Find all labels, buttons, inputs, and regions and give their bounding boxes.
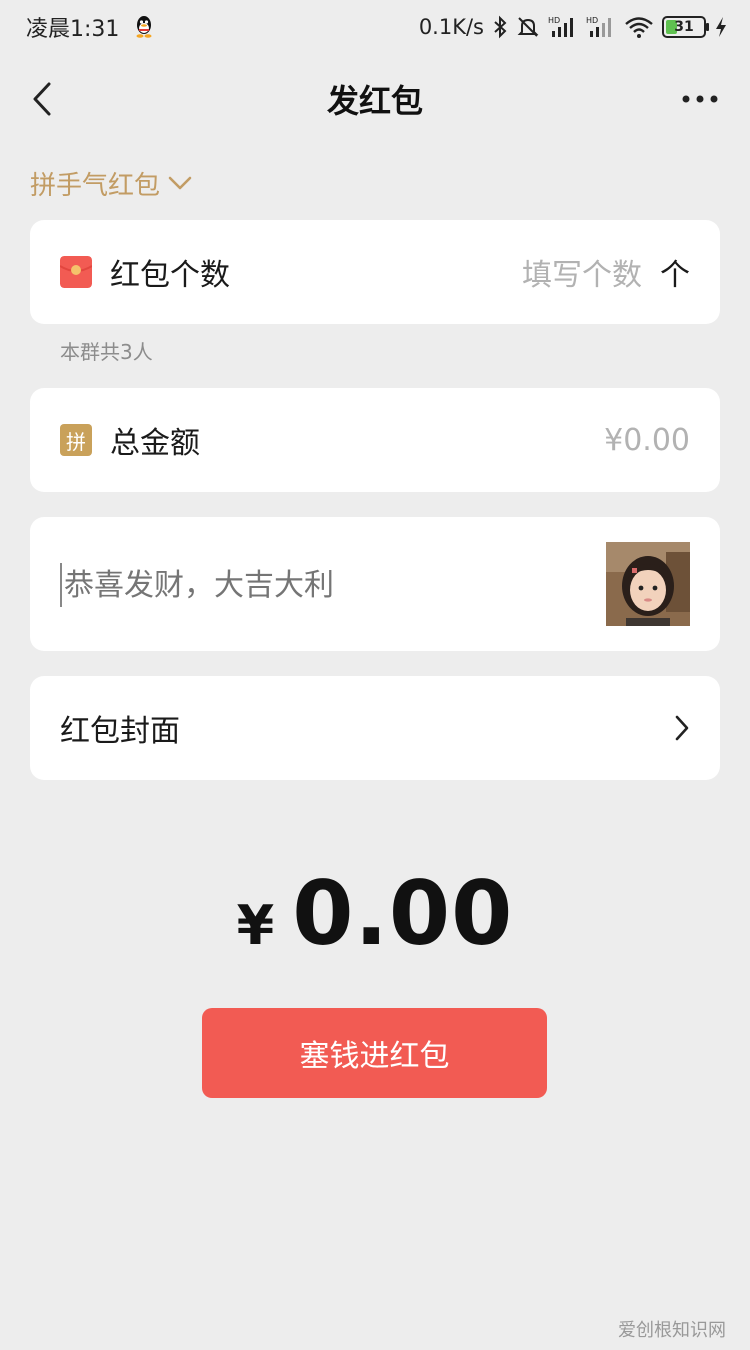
group-member-hint: 本群共3人	[60, 340, 153, 364]
bluetooth-icon	[494, 15, 507, 39]
greeting-card	[30, 517, 720, 651]
watermark: 爱创根知识网	[618, 1320, 726, 1341]
nav-bar: 发红包	[0, 62, 750, 136]
red-packet-icon	[60, 256, 92, 288]
battery-level: 31	[674, 19, 694, 35]
svg-text:HD: HD	[586, 16, 598, 25]
packet-count-unit: 个	[660, 258, 690, 293]
wifi-icon	[625, 17, 653, 38]
net-speed: 0.1K/s	[418, 15, 484, 39]
packet-type-label: 拼手气红包	[30, 170, 161, 201]
qq-icon	[136, 16, 152, 38]
total-amount-display: ¥ 0.00	[0, 862, 750, 965]
packet-count-input[interactable]: 填写个数	[522, 250, 642, 294]
pin-icon-char: 拼	[66, 429, 86, 454]
battery-icon: 31	[662, 16, 709, 38]
submit-button[interactable]: 塞钱进红包	[202, 1008, 547, 1098]
chevron-left-icon	[33, 82, 51, 116]
more-button[interactable]	[680, 84, 720, 114]
packet-type-selector[interactable]: 拼手气红包	[30, 164, 192, 202]
status-bar: 凌晨1:31 0.1K/s HD HD 31	[0, 0, 750, 54]
signal-hd-icon: HD	[586, 16, 611, 37]
packet-count-row[interactable]: 红包个数 填写个数 个	[30, 220, 720, 324]
currency-symbol: ¥	[236, 894, 275, 957]
bell-off-icon	[517, 17, 539, 37]
page-title: 发红包	[326, 82, 423, 120]
chevron-right-icon	[675, 715, 689, 741]
more-horizontal-icon	[682, 95, 718, 103]
svg-text:HD: HD	[548, 16, 560, 25]
chevron-down-icon	[168, 176, 192, 190]
packet-cover-label: 红包封面	[60, 714, 180, 749]
packet-count-label: 红包个数	[110, 258, 230, 293]
total-amount-value: 0.00	[292, 862, 514, 965]
total-amount-label: 总金额	[110, 426, 200, 461]
pin-icon: 拼	[60, 424, 92, 456]
packet-cover-row[interactable]: 红包封面	[30, 676, 720, 780]
girl-avatar-sticker[interactable]	[606, 542, 690, 626]
back-button[interactable]	[22, 76, 62, 122]
total-amount-input[interactable]: ¥0.00	[604, 423, 690, 458]
total-amount-row[interactable]: 拼 总金额 ¥0.00	[30, 388, 720, 492]
charging-icon	[716, 17, 726, 37]
signal-hd-icon: HD	[548, 16, 573, 37]
status-time: 凌晨1:31	[26, 17, 120, 42]
greeting-input[interactable]	[60, 563, 580, 607]
